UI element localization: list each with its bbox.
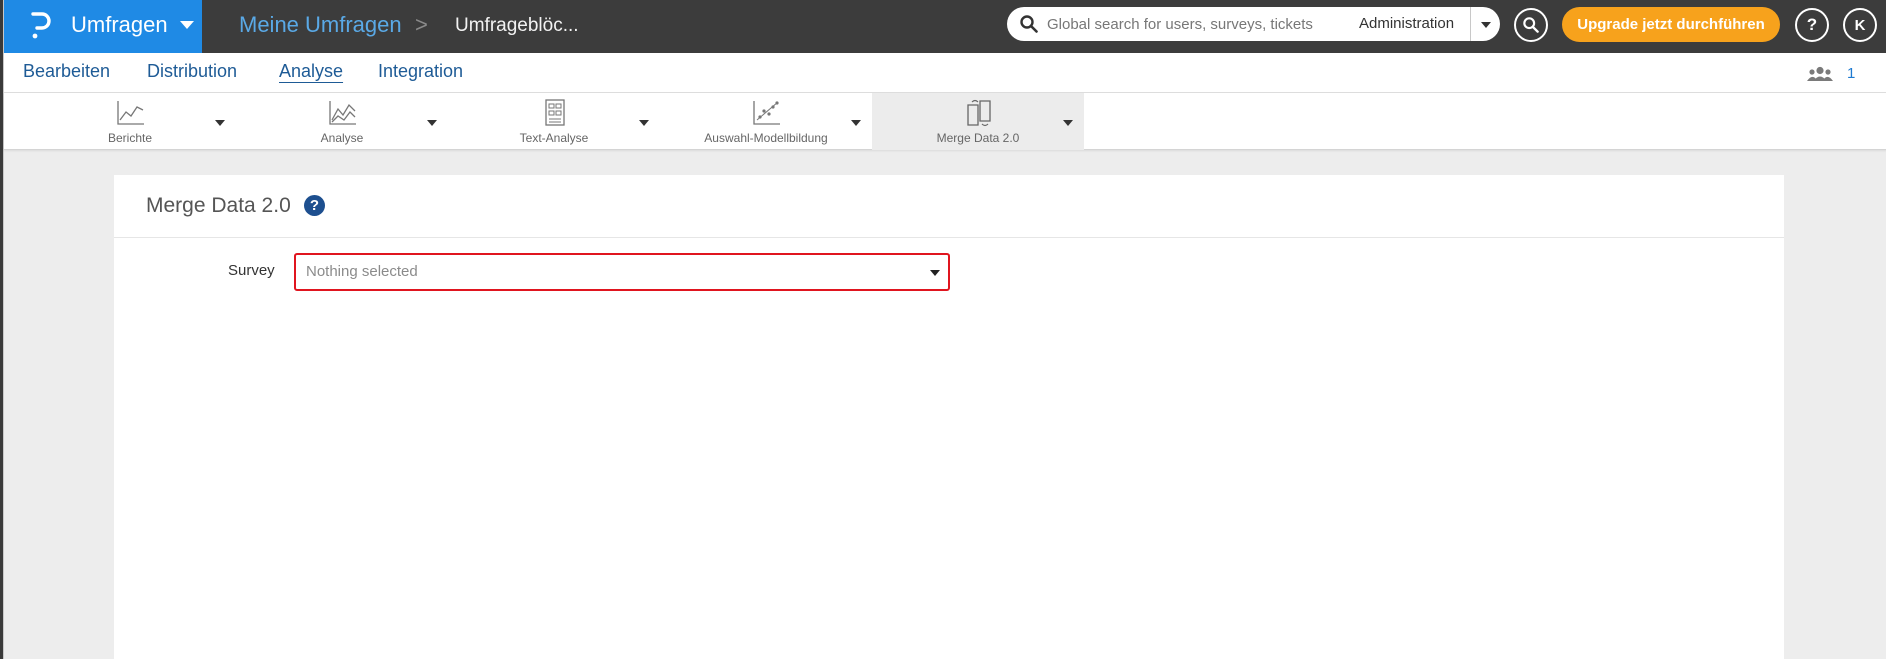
tab-integration[interactable]: Integration — [378, 61, 463, 82]
toolbar-item-label: Text-Analyse — [519, 131, 589, 145]
search-button[interactable] — [1514, 8, 1548, 42]
tab-distribution[interactable]: Distribution — [147, 61, 237, 82]
top-bar: Umfragen Meine Umfragen > Umfrageblöc...… — [4, 0, 1886, 53]
survey-label: Survey — [228, 262, 275, 279]
chevron-down-icon[interactable] — [215, 120, 225, 126]
toolbar-item-label: Auswahl-Modellbildung — [704, 131, 828, 145]
chevron-down-icon[interactable] — [1063, 120, 1073, 126]
toolbar-item-auswahl-modellbildung[interactable]: Auswahl-Modellbildung — [660, 93, 872, 150]
tab-bearbeiten[interactable]: Bearbeiten — [23, 61, 110, 82]
chevron-down-icon[interactable] — [639, 120, 649, 126]
brand-p-logo-icon — [31, 12, 51, 39]
multi-line-chart-icon — [329, 101, 356, 125]
user-avatar-button[interactable]: K — [1843, 8, 1877, 42]
tab-analyse[interactable]: Analyse — [279, 61, 343, 82]
product-name: Umfragen — [71, 12, 168, 37]
survey-select[interactable]: Nothing selected — [294, 253, 950, 291]
toolbar-item-analyse[interactable]: Analyse — [236, 93, 448, 150]
survey-select-placeholder: Nothing selected — [306, 263, 418, 280]
page-title: Merge Data 2.0 — [146, 194, 291, 217]
merge-data-panel: Merge Data 2.0 ? Survey Nothing selected — [114, 175, 1784, 659]
product-switcher[interactable]: Umfragen — [4, 0, 202, 53]
search-scope-label[interactable]: Administration — [1359, 15, 1454, 32]
line-chart-icon — [117, 101, 144, 125]
search-scope-dropdown-icon[interactable] — [1481, 22, 1491, 28]
help-button[interactable]: ? — [1795, 8, 1829, 42]
toolbar-item-berichte[interactable]: Berichte — [24, 93, 236, 150]
breadcrumb-current: Umfrageblöc... — [455, 15, 579, 36]
breadcrumb-my-surveys[interactable]: Meine Umfragen — [239, 12, 402, 38]
scatter-chart-icon — [753, 101, 780, 125]
section-tabs: Bearbeiten Distribution Analyse Integrat… — [4, 53, 1886, 93]
chevron-down-icon[interactable] — [851, 120, 861, 126]
search-input[interactable] — [1047, 11, 1347, 37]
toolbar-item-label: Berichte — [107, 131, 153, 145]
chevron-down-icon[interactable] — [427, 120, 437, 126]
toolbar-item-text-analyse[interactable]: Text-Analyse — [448, 93, 660, 150]
search-icon — [1523, 17, 1539, 33]
breadcrumb-separator: > — [415, 12, 428, 37]
app-window: Umfragen Meine Umfragen > Umfrageblöc...… — [3, 0, 1886, 659]
merge-documents-icon — [967, 99, 991, 127]
analysis-toolbar: Berichte Analyse Text-Analyse Auswahl-Mo… — [4, 93, 1886, 150]
users-count: 1 — [1847, 65, 1856, 82]
search-icon — [1020, 15, 1038, 33]
chevron-down-icon — [180, 21, 194, 29]
users-icon[interactable] — [1807, 66, 1833, 82]
global-search: Administration — [1007, 7, 1500, 41]
toolbar-item-label: Merge Data 2.0 — [936, 131, 1020, 145]
toolbar-item-merge-data[interactable]: Merge Data 2.0 — [872, 93, 1084, 150]
chevron-down-icon — [930, 270, 940, 276]
text-document-icon — [545, 99, 565, 126]
toolbar-item-label: Analyse — [320, 131, 364, 145]
help-circle-icon[interactable]: ? — [304, 195, 325, 216]
search-divider — [1470, 7, 1471, 41]
panel-header: Merge Data 2.0 ? — [114, 175, 1784, 238]
upgrade-button[interactable]: Upgrade jetzt durchführen — [1562, 7, 1780, 42]
